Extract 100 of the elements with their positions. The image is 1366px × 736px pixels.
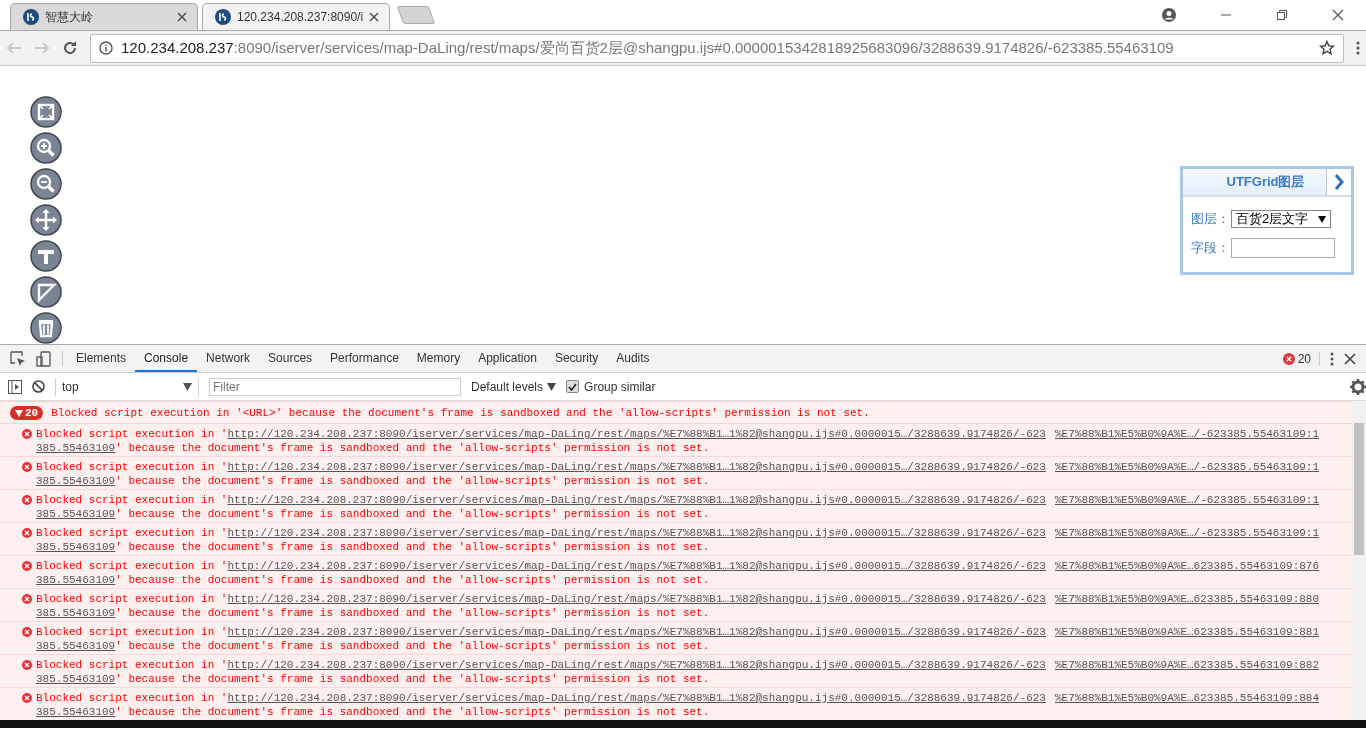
- url-link[interactable]: http://120.234.208.237:8090/iserver/services/map-DaLing/rest/maps/%E7%88%B1…1%82@shangpu.ijs#0.0000015…/3288639.9174826/-623: [227, 659, 1046, 671]
- source-link[interactable]: %E7%88%B1%E5%B0%9A%E…623385.55463109:880: [1055, 593, 1320, 605]
- devtools-tab[interactable]: Memory: [407, 345, 470, 372]
- url-link[interactable]: 385.55463109: [36, 706, 116, 718]
- console-message: Blocked script execution in 'http://120.234.208.237:8090/iserver/services/map-DaLing/rest/maps/%E7%88%B1…1%82@shangpu.ijs#0.0000015…/3288639.9174826/-623 385.55463109' because the document's frame is sandboxed and the 'allow-scripts' permission is not set.: [36, 460, 1047, 488]
- trash-icon[interactable]: [30, 312, 62, 344]
- url-link[interactable]: http://120.234.208.237:8090/iserver/services/map-DaLing/rest/maps/%E7%88%B1…1%82@shangpu.ijs#0.0000015…/3288639.9174826/-623: [227, 626, 1046, 638]
- checkbox-label: Group similar: [584, 379, 656, 394]
- console-message: Blocked script execution in 'http://120.234.208.237:8090/iserver/services/map-DaLing/rest/maps/%E7%88%B1…1%82@shangpu.ijs#0.0000015…/3288639.9174826/-623 385.55463109' because the document's frame is sandboxed and the 'allow-scripts' permission is not set.: [36, 658, 1047, 686]
- source-link[interactable]: %E7%88%B1%E5%B0%9A%E…623385.55463109:884: [1055, 692, 1320, 704]
- field-input[interactable]: [1231, 238, 1335, 258]
- url-link[interactable]: 385.55463109: [36, 673, 116, 685]
- star-icon[interactable]: [1319, 40, 1335, 56]
- url-link[interactable]: 385.55463109: [36, 640, 116, 652]
- info-icon: [99, 41, 113, 55]
- console-message: Blocked script execution in 'http://120.234.208.237:8090/iserver/services/map-DaLing/rest/maps/%E7%88%B1…1%82@shangpu.ijs#0.0000015…/3288639.9174826/-623 385.55463109' because the document's frame is sandboxed and the 'allow-scripts' permission is not set.: [36, 625, 1047, 653]
- settings-icon[interactable]: [1350, 378, 1366, 395]
- caret-icon: [183, 382, 192, 391]
- url-link[interactable]: http://120.234.208.237:8090/iserver/services/map-DaLing/rest/maps/%E7%88%B1…1%82@shangpu.ijs#0.0000015…/3288639.9174826/-623: [227, 560, 1046, 572]
- menu-icon[interactable]: [1356, 40, 1360, 56]
- zoom-out-icon[interactable]: [30, 168, 62, 200]
- devtools-tab[interactable]: Network: [197, 345, 260, 372]
- error-icon: [22, 561, 32, 571]
- chevron-right-icon: [1334, 174, 1344, 190]
- source-link[interactable]: %E7%88%B1%E5%B0%9A%E…/-623385.55463109:1: [1055, 527, 1320, 539]
- devtools-tab[interactable]: Sources: [259, 345, 322, 372]
- devtools-tab[interactable]: Performance: [321, 345, 408, 372]
- error-icon: [22, 495, 32, 505]
- url-link[interactable]: 385.55463109: [36, 574, 116, 586]
- error-icon: [22, 627, 32, 637]
- ruler-icon[interactable]: [30, 240, 62, 272]
- reload-icon[interactable]: [62, 40, 78, 56]
- url-link[interactable]: 385.55463109: [36, 541, 116, 553]
- source-link[interactable]: %E7%88%B1%E5%B0%9A%E…/-623385.55463109:1: [1055, 494, 1320, 506]
- source-link[interactable]: %E7%88%B1%E5%B0%9A%E…/-623385.55463109:1: [1055, 428, 1320, 440]
- levels-dropdown[interactable]: Default levels: [471, 379, 557, 394]
- console-message: Blocked script execution in 'http://120.234.208.237:8090/iserver/services/map-DaLing/rest/maps/%E7%88%B1…1%82@shangpu.ijs#0.0000015…/3288639.9174826/-623 385.55463109' because the document's frame is sandboxed and the 'allow-scripts' permission is not set.: [36, 592, 1047, 620]
- console-message: Blocked script execution in 'http://120.234.208.237:8090/iserver/services/map-DaLing/rest/maps/%E7%88%B1…1%82@shangpu.ijs#0.0000015…/3288639.9174826/-623 385.55463109' because the document's frame is sandboxed and the 'allow-scripts' permission is not set.: [36, 427, 1047, 455]
- error-icon: [22, 693, 32, 703]
- error-icon: [1282, 352, 1295, 365]
- devtools-tab[interactable]: Audits: [607, 345, 659, 372]
- caret-icon: [1318, 215, 1326, 223]
- devtools-tab[interactable]: Application: [469, 345, 546, 372]
- url-link[interactable]: http://120.234.208.237:8090/iserver/services/map-DaLing/rest/maps/%E7%88%B1…1%82@shangpu.ijs#0.0000015…/3288639.9174826/-623: [227, 692, 1046, 704]
- error-icon: [22, 462, 32, 472]
- close-icon[interactable]: [1344, 352, 1356, 365]
- collapse-button[interactable]: [1326, 169, 1351, 195]
- move-icon[interactable]: [30, 204, 62, 236]
- group-count-badge[interactable]: 20: [10, 406, 44, 420]
- url-link[interactable]: http://120.234.208.237:8090/iserver/services/map-DaLing/rest/maps/%E7%88%B1…1%82@shangpu.ijs#0.0000015…/3288639.9174826/-623: [227, 593, 1046, 605]
- url-link[interactable]: http://120.234.208.237:8090/iserver/services/map-DaLing/rest/maps/%E7%88%B1…1%82@shangpu.ijs#0.0000015…/3288639.9174826/-623: [227, 494, 1046, 506]
- url-link[interactable]: http://120.234.208.237:8090/iserver/services/map-DaLing/rest/maps/%E7%88%B1…1%82@shangpu.ijs#0.0000015…/3288639.9174826/-623: [227, 461, 1046, 473]
- zoom-in-icon[interactable]: [30, 132, 62, 164]
- site-favicon: [215, 9, 231, 25]
- source-link[interactable]: %E7%88%B1%E5%B0%9A%E…623385.55463109:882: [1055, 659, 1320, 671]
- site-favicon: [23, 9, 39, 25]
- clear-icon[interactable]: [32, 380, 45, 393]
- url-link[interactable]: 385.55463109: [36, 475, 116, 487]
- filter-field[interactable]: Filter: [209, 377, 461, 396]
- url-link[interactable]: 385.55463109: [36, 508, 116, 520]
- expand-triangle-icon: [15, 409, 23, 417]
- sidebar-toggle-icon[interactable]: [8, 379, 22, 394]
- error-icon: [22, 429, 32, 439]
- url-link[interactable]: 385.55463109: [36, 607, 116, 619]
- context-select[interactable]: top: [55, 377, 199, 396]
- group-similar-checkbox[interactable]: [566, 380, 580, 393]
- restore-icon[interactable]: [1276, 9, 1288, 21]
- scrollbar[interactable]: [1352, 401, 1366, 720]
- devtools-tab[interactable]: Console: [135, 345, 198, 372]
- error-count[interactable]: 20: [1297, 351, 1311, 366]
- devtools-tab[interactable]: Elements: [67, 345, 136, 372]
- url-link[interactable]: 385.55463109: [36, 442, 116, 454]
- panel-title: UTFGrid图层: [1225, 173, 1306, 191]
- tab-title: 120.234.208.237:8090/i: [237, 10, 363, 24]
- close-icon[interactable]: [1332, 9, 1344, 21]
- address-bar[interactable]: 120.234.208.237:8090/iserver/services/map-DaLing/rest/maps/爱尚百货2层@shangpu.ijs#0.0000015342818925683096/3288639.9174826/-623385.55463109: [90, 33, 1344, 63]
- more-icon[interactable]: [1330, 351, 1334, 366]
- url-link[interactable]: http://120.234.208.237:8090/iserver/services/map-DaLing/rest/maps/%E7%88%B1…1%82@shangpu.ijs#0.0000015…/3288639.9174826/-623: [227, 527, 1046, 539]
- caret-icon: [547, 382, 557, 391]
- profile-icon[interactable]: [1162, 8, 1176, 22]
- field-label: 字段：: [1191, 239, 1231, 257]
- layer-select[interactable]: 百货2层文字: [1231, 210, 1331, 228]
- url-link[interactable]: http://120.234.208.237:8090/iserver/services/map-DaLing/rest/maps/%E7%88%B1…1%82@shangpu.ijs#0.0000015…/3288639.9174826/-623: [227, 428, 1046, 440]
- source-link[interactable]: %E7%88%B1%E5%B0%9A%E…623385.55463109:881: [1055, 626, 1320, 638]
- field-label: 图层：: [1191, 210, 1231, 228]
- console-message: Blocked script execution in 'http://120.234.208.237:8090/iserver/services/map-DaLing/rest/maps/%E7%88%B1…1%82@shangpu.ijs#0.0000015…/3288639.9174826/-623 385.55463109' because the document's frame is sandboxed and the 'allow-scripts' permission is not set.: [36, 559, 1047, 587]
- devtools-tab[interactable]: Security: [545, 345, 608, 372]
- browser-tab[interactable]: 智慧大岭: [10, 3, 198, 30]
- source-link[interactable]: %E7%88%B1%E5%B0%9A%E…623385.55463109:876: [1055, 560, 1320, 572]
- device-icon[interactable]: [36, 350, 52, 367]
- close-icon[interactable]: [177, 12, 187, 22]
- browser-tab[interactable]: 120.234.208.237:8090/i: [202, 3, 390, 30]
- error-icon: [22, 528, 32, 538]
- close-icon[interactable]: [369, 12, 379, 22]
- fullscreen-icon[interactable]: [30, 96, 62, 128]
- console-message: Blocked script execution in 'http://120.234.208.237:8090/iserver/services/map-DaLing/rest/maps/%E7%88%B1…1%82@shangpu.ijs#0.0000015…/3288639.9174826/-623 385.55463109' because the document's frame is sandboxed and the 'allow-scripts' permission is not set.: [36, 493, 1047, 521]
- source-link[interactable]: %E7%88%B1%E5%B0%9A%E…/-623385.55463109:1: [1055, 461, 1320, 473]
- check-icon: [568, 382, 578, 391]
- tab-title: 智慧大岭: [45, 8, 94, 26]
- inspect-icon[interactable]: [10, 350, 26, 367]
